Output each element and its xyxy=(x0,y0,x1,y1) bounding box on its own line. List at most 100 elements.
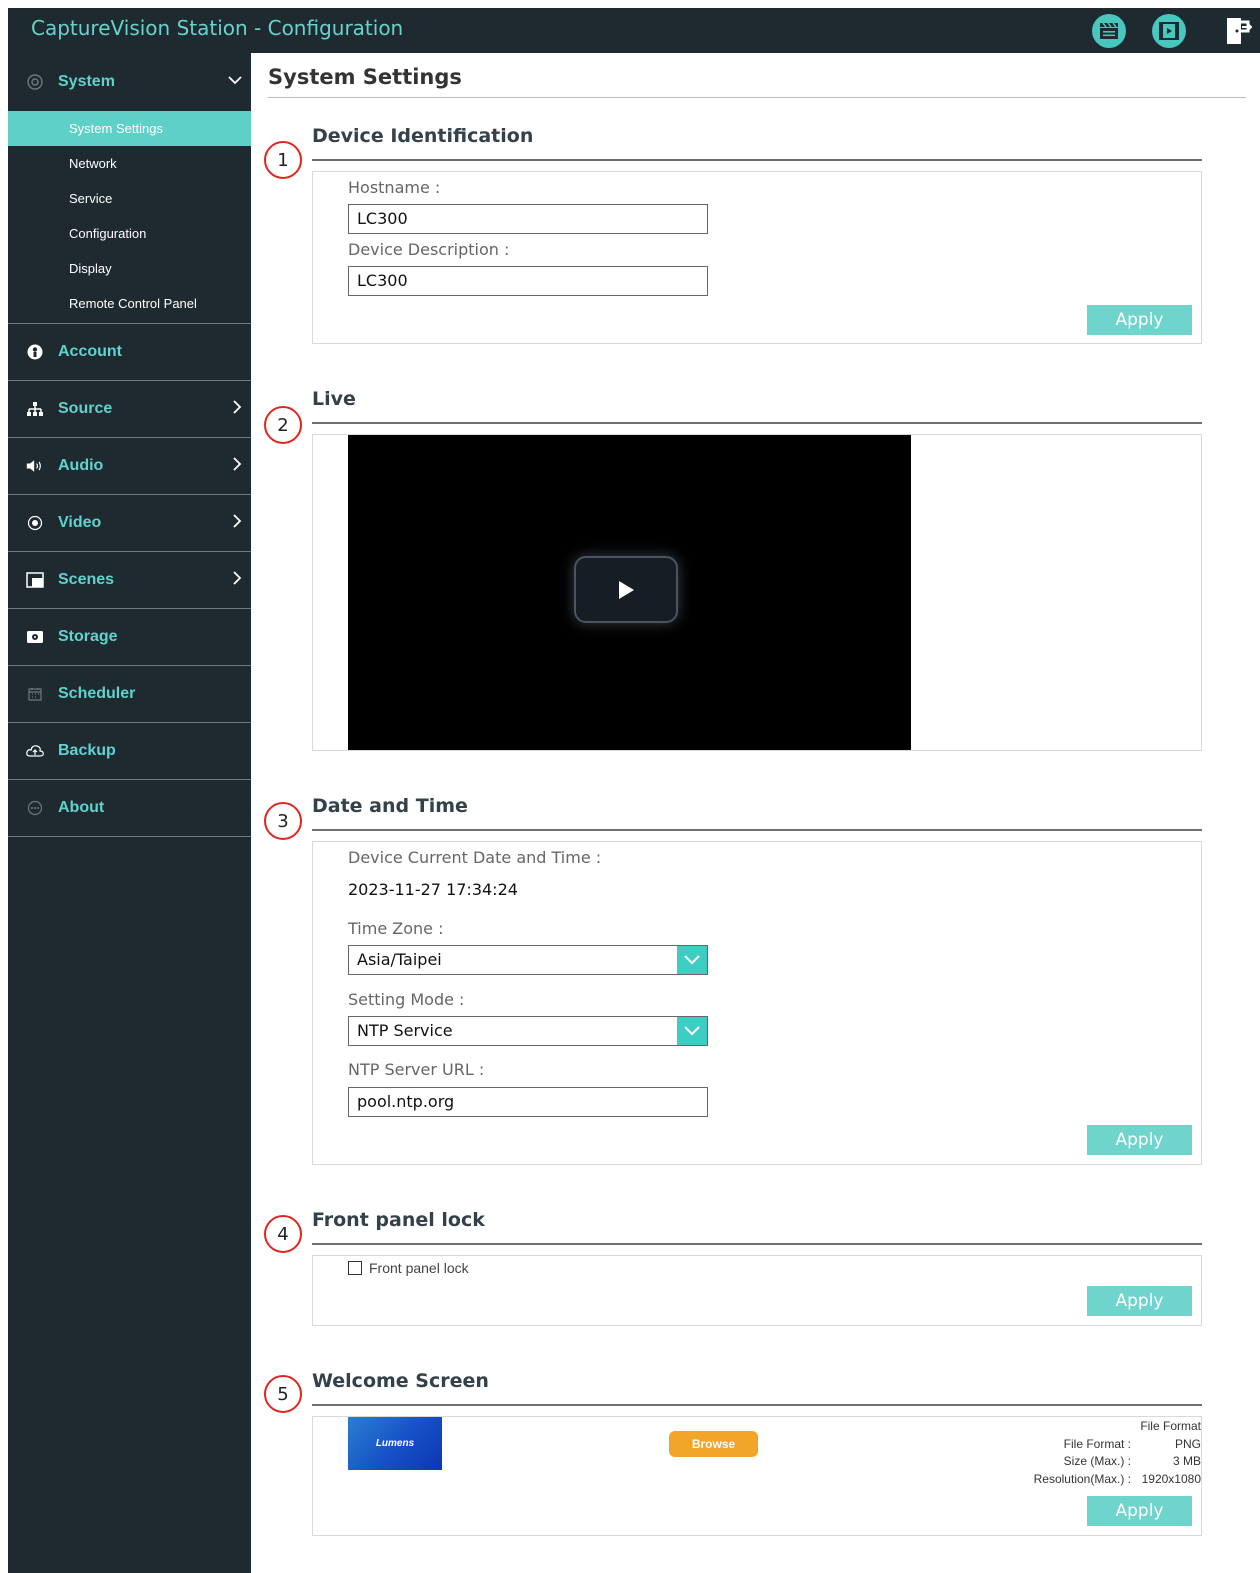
sidebar-group-label: Video xyxy=(58,514,102,531)
chevron-right-icon xyxy=(231,513,243,534)
section-device-identification: 1 Device Identification Hostname : LC300… xyxy=(264,125,1202,344)
sidebar-group-system[interactable]: System xyxy=(8,53,251,111)
file-format-value: PNG xyxy=(1174,1437,1201,1451)
setting-mode-value: NTP Service xyxy=(357,1021,453,1040)
apply-button[interactable]: Apply xyxy=(1087,1286,1192,1316)
sidebar-item-configuration[interactable]: Configuration xyxy=(8,216,251,251)
sidebar-group-label: Storage xyxy=(58,628,118,645)
sidebar-group-audio[interactable]: Audio xyxy=(8,438,251,495)
film-icon[interactable] xyxy=(1152,14,1186,48)
device-description-label: Device Description : xyxy=(348,240,510,259)
front-panel-lock-checkbox[interactable] xyxy=(348,1261,362,1275)
sidebar-item-service[interactable]: Service xyxy=(8,181,251,216)
network-tree-icon xyxy=(26,400,44,418)
resolution-value: 1920x1080 xyxy=(1141,1472,1201,1486)
sidebar-group-label: System xyxy=(58,73,115,90)
section-welcome-screen: 5 Welcome Screen Lumens Browse File Form… xyxy=(264,1370,1202,1536)
section-title: Live xyxy=(312,388,356,410)
section-title: Date and Time xyxy=(312,795,468,817)
page-divider xyxy=(268,97,1246,98)
sidebar-group-label: Account xyxy=(58,343,122,360)
sidebar-group-backup[interactable]: Backup xyxy=(8,723,251,780)
sidebar-group-label: Source xyxy=(58,400,113,417)
layout-icon xyxy=(26,571,44,589)
front-panel-lock-panel: Front panel lock Apply xyxy=(312,1255,1202,1326)
top-bar: CaptureVision Station - Configuration xyxy=(8,8,1260,53)
cloud-upload-icon xyxy=(26,742,44,760)
section-live: 2 Live xyxy=(264,388,1202,751)
chevron-right-icon xyxy=(231,456,243,477)
sidebar-group-label: Scheduler xyxy=(58,685,136,702)
sidebar-group-label: Audio xyxy=(58,457,104,474)
clapperboard-icon[interactable] xyxy=(1092,14,1126,48)
current-datetime-value: 2023-11-27 17:34:24 xyxy=(348,880,518,899)
sidebar-group-scheduler[interactable]: Scheduler xyxy=(8,666,251,723)
system-submenu: System Settings Network Service Configur… xyxy=(8,111,251,324)
file-format-heading: File Format xyxy=(1140,1419,1201,1433)
sidebar-group-storage[interactable]: Storage xyxy=(8,609,251,666)
section-divider xyxy=(312,1243,1202,1245)
sidebar: System System Settings Network Service C… xyxy=(8,53,251,1573)
chevron-down-icon[interactable] xyxy=(677,1017,707,1045)
live-video-player[interactable] xyxy=(348,435,911,750)
setting-mode-select[interactable]: NTP Service xyxy=(348,1016,708,1046)
chat-dots-icon xyxy=(26,799,44,817)
resolution-label: Resolution(Max.) : xyxy=(1033,1472,1131,1486)
ntp-server-input[interactable]: pool.ntp.org xyxy=(348,1087,708,1117)
apply-button[interactable]: Apply xyxy=(1087,305,1192,335)
ntp-server-label: NTP Server URL : xyxy=(348,1060,485,1079)
speaker-icon xyxy=(26,457,44,475)
section-number-badge: 1 xyxy=(264,141,302,179)
section-title: Front panel lock xyxy=(312,1209,485,1231)
file-format-label: File Format : xyxy=(1063,1437,1131,1451)
browse-button[interactable]: Browse xyxy=(669,1431,758,1457)
time-zone-select[interactable]: Asia/Taipei xyxy=(348,945,708,975)
front-panel-lock-option[interactable]: Front panel lock xyxy=(348,1260,469,1276)
section-number-badge: 2 xyxy=(264,406,302,444)
app-title: CaptureVision Station - Configuration xyxy=(31,16,404,40)
device-description-input[interactable]: LC300 xyxy=(348,266,708,296)
sidebar-group-video[interactable]: Video xyxy=(8,495,251,552)
setting-mode-label: Setting Mode : xyxy=(348,990,465,1009)
hostname-label: Hostname : xyxy=(348,178,441,197)
sidebar-item-remote-control-panel[interactable]: Remote Control Panel xyxy=(8,286,251,321)
apply-button[interactable]: Apply xyxy=(1087,1125,1192,1155)
play-icon xyxy=(619,580,634,599)
calendar-icon xyxy=(26,685,44,703)
sidebar-group-label: Scenes xyxy=(58,571,115,588)
live-panel xyxy=(312,434,1202,751)
front-panel-lock-label: Front panel lock xyxy=(369,1260,469,1276)
record-icon xyxy=(26,514,44,532)
section-number-badge: 5 xyxy=(264,1375,302,1413)
sidebar-group-account[interactable]: Account xyxy=(8,324,251,381)
section-divider xyxy=(312,159,1202,161)
chevron-down-icon xyxy=(227,73,243,91)
section-number-badge: 3 xyxy=(264,802,302,840)
section-title: Device Identification xyxy=(312,125,534,147)
sidebar-group-source[interactable]: Source xyxy=(8,381,251,438)
sidebar-group-scenes[interactable]: Scenes xyxy=(8,552,251,609)
section-divider xyxy=(312,829,1202,831)
section-date-time: 3 Date and Time Device Current Date and … xyxy=(264,795,1202,1165)
chevron-right-icon xyxy=(231,570,243,591)
chevron-down-icon[interactable] xyxy=(677,946,707,974)
play-button[interactable] xyxy=(574,556,678,623)
sidebar-item-network[interactable]: Network xyxy=(8,146,251,181)
size-label: Size (Max.) : xyxy=(1063,1454,1131,1468)
sidebar-item-system-settings[interactable]: System Settings xyxy=(8,111,251,146)
user-circle-icon xyxy=(26,343,44,361)
exit-icon[interactable] xyxy=(1224,16,1254,46)
date-time-panel: Device Current Date and Time : 2023-11-2… xyxy=(312,841,1202,1165)
apply-button[interactable]: Apply xyxy=(1087,1496,1192,1526)
time-zone-label: Time Zone : xyxy=(348,919,444,938)
hostname-input[interactable]: LC300 xyxy=(348,204,708,234)
size-value: 3 MB xyxy=(1172,1454,1201,1468)
sidebar-group-about[interactable]: About xyxy=(8,780,251,837)
sidebar-item-display[interactable]: Display xyxy=(8,251,251,286)
sidebar-group-label: About xyxy=(58,799,105,816)
welcome-screen-thumbnail: Lumens xyxy=(348,1417,442,1470)
device-identification-panel: Hostname : LC300 Device Description : LC… xyxy=(312,171,1202,344)
section-divider xyxy=(312,422,1202,424)
main-content: System Settings 1 Device Identification … xyxy=(264,65,1248,1536)
section-divider xyxy=(312,1404,1202,1406)
